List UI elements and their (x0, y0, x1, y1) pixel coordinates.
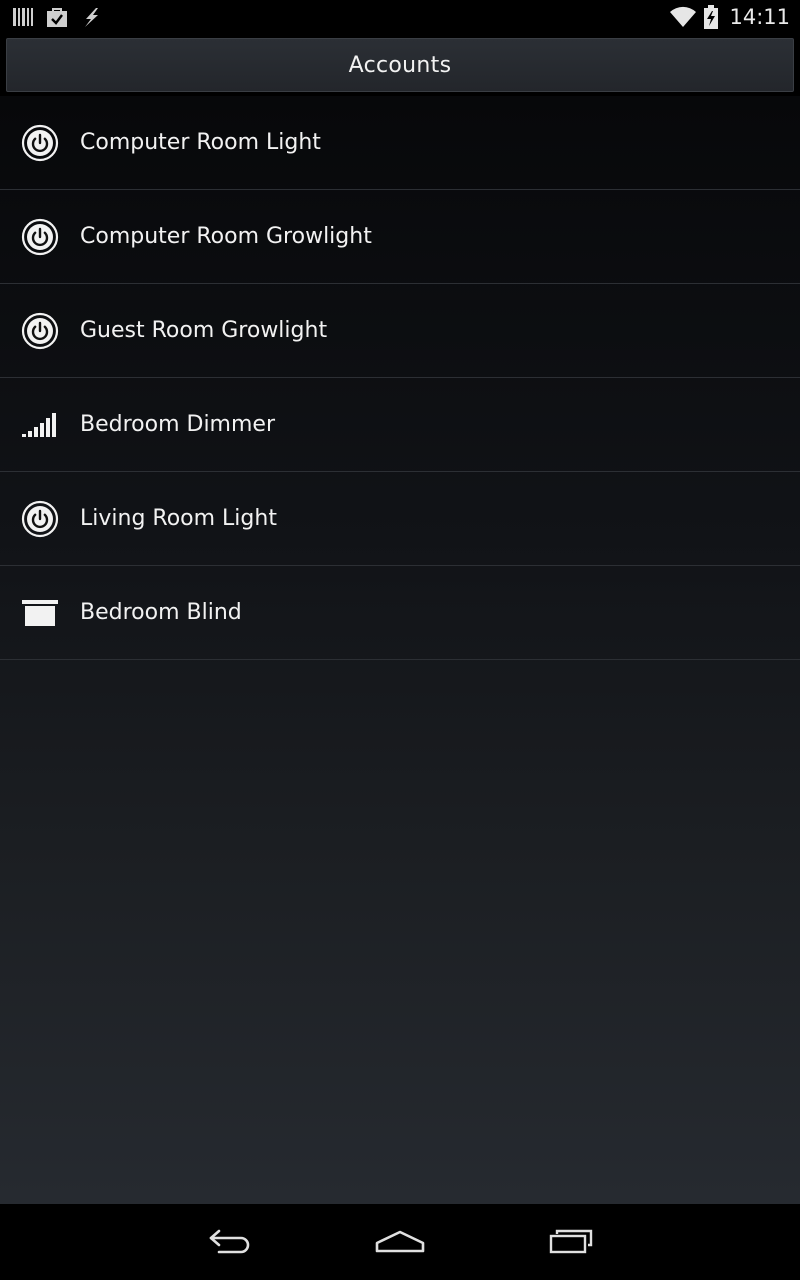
screen: 14:11 Accounts Computer Room Light Compu… (0, 0, 800, 1280)
home-button[interactable] (370, 1222, 430, 1262)
battery-charging-icon (704, 5, 719, 29)
navigation-bar (0, 1204, 800, 1280)
list-item-label: Living Room Light (80, 506, 277, 531)
recent-apps-icon (549, 1229, 593, 1254)
list-item[interactable]: Guest Room Growlight (0, 284, 800, 378)
status-right-icons: 14:11 (669, 4, 790, 30)
status-bar: 14:11 (0, 0, 800, 34)
list-item-label: Guest Room Growlight (80, 318, 328, 343)
barcode-icon (13, 8, 33, 26)
list-item[interactable]: Bedroom Blind (0, 566, 800, 660)
back-icon (209, 1229, 250, 1254)
power-icon (21, 124, 59, 161)
list-item-label: Computer Room Light (80, 130, 321, 155)
status-time: 14:11 (729, 5, 790, 29)
blind-icon (22, 599, 58, 626)
back-button[interactable] (200, 1222, 260, 1262)
power-icon (21, 218, 59, 255)
list-item[interactable]: Living Room Light (0, 472, 800, 566)
shopping-bag-check-icon (47, 8, 67, 27)
power-icon (21, 500, 59, 537)
content-area: Computer Room Light Computer Room Growli… (0, 96, 800, 1204)
list-item-label: Bedroom Blind (80, 600, 242, 625)
list-item-label: Computer Room Growlight (80, 224, 372, 249)
list-item-label: Bedroom Dimmer (80, 412, 275, 437)
power-icon (21, 312, 59, 349)
recent-apps-button[interactable] (540, 1222, 600, 1262)
page-title: Accounts (348, 52, 452, 78)
list-item[interactable]: Bedroom Dimmer (0, 378, 800, 472)
list-item[interactable]: Computer Room Growlight (0, 190, 800, 284)
wifi-icon (670, 6, 697, 27)
accounts-list: Computer Room Light Computer Room Growli… (0, 96, 800, 660)
lightning-icon (85, 8, 98, 27)
list-item[interactable]: Computer Room Light (0, 96, 800, 190)
dimmer-bars-icon (22, 412, 56, 437)
status-left-icons (12, 4, 102, 30)
home-icon (375, 1230, 425, 1253)
title-bar: Accounts (6, 38, 794, 92)
